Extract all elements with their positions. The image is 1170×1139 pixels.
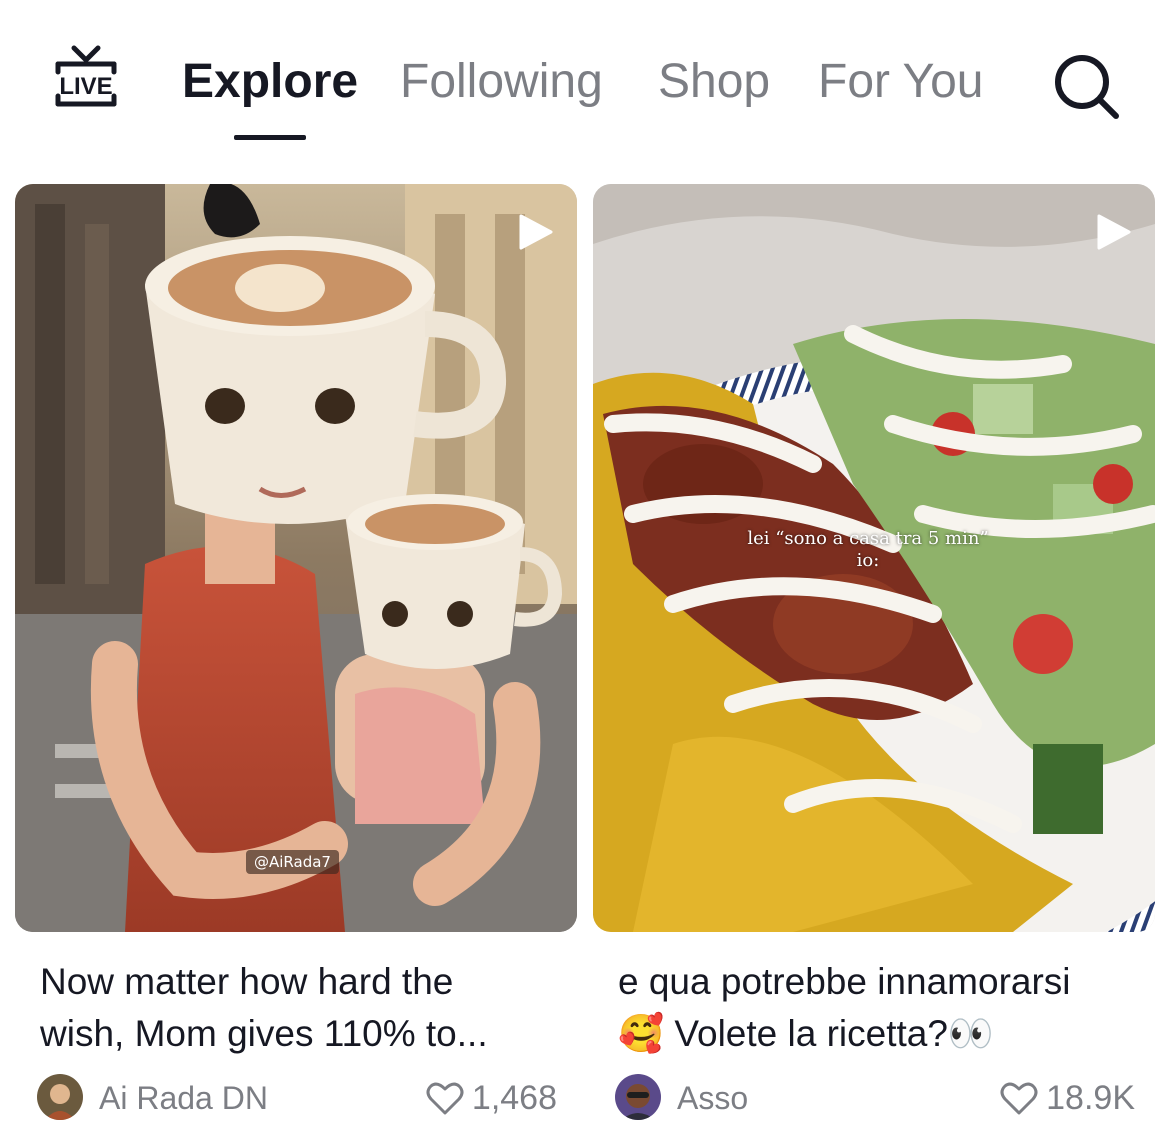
video-caption[interactable]: Now matter how hard the wish, Mom gives … xyxy=(40,956,560,1060)
tab-following[interactable]: Following xyxy=(400,52,603,112)
play-icon xyxy=(1097,214,1131,250)
like-count[interactable]: 18.9K xyxy=(1000,1078,1135,1118)
video-card[interactable]: lei “sono a casa tra 5 min” io: e qua po… xyxy=(593,184,1155,1139)
caption-line: Now matter how hard the xyxy=(40,961,454,1002)
like-count-value: 18.9K xyxy=(1046,1079,1135,1117)
thumbnail-image xyxy=(15,184,577,932)
avatar[interactable] xyxy=(37,1074,83,1120)
video-meta: Ai Rada DN 1,468 xyxy=(37,1074,557,1120)
tab-explore[interactable]: Explore xyxy=(182,52,358,112)
overlay-line: lei “sono a casa tra 5 min” xyxy=(747,528,989,549)
video-thumbnail[interactable]: @AiRada7 xyxy=(15,184,577,932)
like-count[interactable]: 1,468 xyxy=(426,1078,557,1118)
author-name[interactable]: Ai Rada DN xyxy=(99,1078,268,1118)
video-overlay-text: lei “sono a casa tra 5 min” io: xyxy=(703,528,1033,572)
overlay-line: io: xyxy=(856,550,880,571)
heart-icon xyxy=(1000,1082,1038,1115)
avatar[interactable] xyxy=(615,1074,661,1120)
svg-text:LIVE: LIVE xyxy=(59,73,112,100)
video-meta: Asso 18.9K xyxy=(615,1074,1135,1120)
video-watermark: @AiRada7 xyxy=(246,850,339,874)
live-icon[interactable]: LIVE xyxy=(48,42,124,118)
smiling-hearts-emoji: 🥰 xyxy=(618,1012,665,1055)
caption-line: 🥰 Volete la ricetta?👀 xyxy=(618,1008,1138,1060)
eyes-emoji: 👀 xyxy=(947,1012,994,1055)
caption-line: e qua potrebbe innamorarsi xyxy=(618,961,1071,1002)
play-icon xyxy=(519,214,553,250)
tab-for-you[interactable]: For You xyxy=(818,52,983,112)
like-count-value: 1,468 xyxy=(471,1079,557,1117)
author-name[interactable]: Asso xyxy=(677,1078,748,1118)
caption-text: Volete la ricetta? xyxy=(674,1013,948,1054)
caption-line: wish, Mom gives 110% to... xyxy=(40,1013,488,1054)
heart-icon xyxy=(426,1082,464,1115)
search-icon[interactable] xyxy=(1050,50,1122,122)
video-card[interactable]: @AiRada7 Now matter how hard the wish, M… xyxy=(15,184,577,1139)
video-caption[interactable]: e qua potrebbe innamorarsi 🥰 Volete la r… xyxy=(618,956,1138,1060)
top-navigation: LIVE Explore Following Shop For You xyxy=(0,0,1170,150)
active-tab-indicator xyxy=(234,135,306,140)
tab-shop[interactable]: Shop xyxy=(658,52,770,112)
video-thumbnail[interactable]: lei “sono a casa tra 5 min” io: xyxy=(593,184,1155,932)
